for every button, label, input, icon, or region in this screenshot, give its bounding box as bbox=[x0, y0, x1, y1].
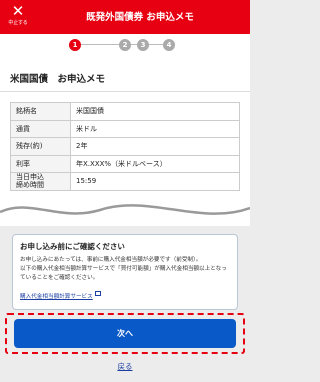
row-label: 残存(約) bbox=[10, 137, 71, 156]
back-link[interactable]: 戻る bbox=[0, 361, 250, 372]
table-row: 当日申込 締め時間 15:59 bbox=[10, 172, 240, 191]
row-value: 年X.XXX%（米ドルベース） bbox=[70, 154, 240, 173]
row-label: 当日申込 締め時間 bbox=[10, 172, 71, 191]
app-header: ✕ 中止する 既発外国債券 お申込メモ bbox=[0, 0, 250, 34]
step-4: 4 bbox=[163, 39, 175, 51]
row-value: 米ドル bbox=[70, 119, 240, 138]
row-value: 米国国債 bbox=[70, 102, 240, 121]
calculation-service-link[interactable]: 購入代金相当額計算サービス bbox=[20, 294, 93, 300]
step-1: 1 bbox=[69, 39, 81, 51]
external-link-icon bbox=[94, 291, 101, 296]
content-cut-separator bbox=[0, 192, 250, 215]
close-label: 中止する bbox=[8, 20, 28, 26]
step-3: 3 bbox=[137, 39, 149, 51]
row-value: 2年 bbox=[70, 137, 240, 156]
row-label: 通貨 bbox=[10, 119, 71, 138]
row-value: 15:59 bbox=[70, 172, 240, 191]
table-row: 利率 年X.XXX%（米ドルベース） bbox=[10, 154, 240, 173]
row-label: 利率 bbox=[10, 154, 71, 173]
table-row: 通貨 米ドル bbox=[10, 119, 240, 138]
row-label: 銘柄名 bbox=[10, 102, 71, 121]
step-indicator: 1 2 3 4 bbox=[0, 34, 250, 56]
table-row: 残存(約) 2年 bbox=[10, 137, 240, 156]
step-connector bbox=[149, 44, 163, 45]
step-2: 2 bbox=[119, 39, 131, 51]
notice-title: お申し込み前にご確認ください bbox=[20, 242, 125, 251]
page-header-title: 既発外国債券 お申込メモ bbox=[86, 12, 194, 23]
notice-box: お申し込み前にご確認ください お申し込みにあたっては、事前に購入代金相当額が必要… bbox=[12, 234, 238, 310]
close-icon: ✕ bbox=[11, 2, 25, 20]
notice-text-1: お申し込みにあたっては、事前に購入代金相当額が必要です（前受制）。 bbox=[20, 257, 202, 263]
notice-text-2: 以下の購入代金相当額計算サービスで「買付可能額」が購入代金相当額以上となっている… bbox=[20, 266, 227, 281]
page-title: 米国国債 お申込メモ bbox=[10, 74, 106, 85]
bond-info-table: 銘柄名 米国国債 通貨 米ドル 残存(約) 2年 利率 年X.XXX%（米ドルベ… bbox=[10, 102, 240, 191]
close-button[interactable]: ✕ 中止する bbox=[4, 3, 32, 33]
table-row: 銘柄名 米国国債 bbox=[10, 102, 240, 121]
divider bbox=[0, 91, 250, 92]
next-button[interactable]: 次へ bbox=[14, 319, 236, 348]
